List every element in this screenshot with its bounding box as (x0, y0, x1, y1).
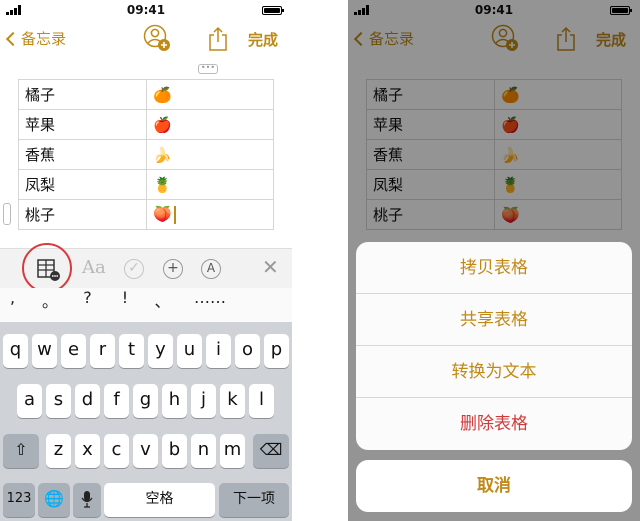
punctuation-bar: , 。 ? ! 、 …… (0, 288, 292, 322)
punctuation-key[interactable]: ! (100, 288, 150, 322)
key[interactable]: z (46, 434, 71, 468)
status-time: 09:41 (126, 3, 166, 17)
battery-icon (262, 6, 284, 15)
key[interactable]: i (206, 334, 231, 368)
table-row: 橘子 🍊 (18, 79, 274, 110)
key[interactable]: f (104, 384, 129, 418)
key[interactable]: m (220, 434, 245, 468)
key[interactable]: a (17, 384, 42, 418)
punctuation-key[interactable]: , (0, 288, 25, 322)
add-person-icon[interactable] (143, 24, 171, 52)
table-row: 桃子 🍑 (18, 199, 274, 230)
key[interactable]: c (104, 434, 129, 468)
key[interactable]: s (46, 384, 71, 418)
table-row: 凤梨 🍍 (18, 169, 274, 200)
pineapple-icon: 🍍 (153, 175, 172, 194)
table-cell[interactable]: 🍌 (146, 139, 274, 170)
key[interactable]: d (75, 384, 100, 418)
numbers-key[interactable]: 123 (3, 483, 35, 517)
key[interactable]: o (235, 334, 260, 368)
key[interactable]: h (162, 384, 187, 418)
add-icon[interactable]: + (163, 259, 183, 279)
key[interactable]: k (220, 384, 245, 418)
shift-key[interactable]: ⇧ (3, 434, 39, 468)
table-cell[interactable]: 🍊 (146, 79, 274, 110)
table-row-handle[interactable] (3, 203, 11, 225)
punctuation-key[interactable]: 。 (25, 288, 75, 322)
key[interactable]: n (191, 434, 216, 468)
table-cell[interactable]: 🍎 (146, 109, 274, 140)
keyboard-row: q w e r t y u i o p (0, 334, 292, 368)
table-actions-screen: 09:41 备忘录 完成 橘子 🍊 苹果 🍎 香蕉 🍌 凤梨 🍍 桃子 🍑 拷贝… (348, 0, 640, 521)
key[interactable]: w (32, 334, 57, 368)
text-style-button[interactable]: Aa (82, 257, 106, 281)
key[interactable]: r (90, 334, 115, 368)
keyboard-row: ⇧ z x c v b n m ⌫ (0, 434, 292, 468)
markup-icon[interactable]: A (201, 259, 221, 279)
highlight-circle (22, 243, 72, 293)
table-cell[interactable]: 🍑 (146, 199, 274, 230)
key[interactable]: v (133, 434, 158, 468)
punctuation-key[interactable]: 、 (150, 288, 175, 322)
chevron-left-icon (5, 31, 21, 47)
key[interactable]: j (191, 384, 216, 418)
checklist-icon[interactable]: ✓ (124, 259, 144, 279)
delete-table-option[interactable]: 删除表格 (356, 398, 632, 450)
table-cell[interactable]: 🍍 (146, 169, 274, 200)
peach-icon: 🍑 (153, 205, 172, 224)
key[interactable]: y (148, 334, 173, 368)
key[interactable]: l (249, 384, 274, 418)
keyboard: q w e r t y u i o p a s d f g h j k l ⇧ … (0, 322, 292, 521)
keyboard-row: 123 🌐 空格 下一项 (0, 483, 292, 517)
orange-icon: 🍊 (153, 85, 172, 104)
copy-table-option[interactable]: 拷贝表格 (356, 242, 632, 294)
nav-bar: 备忘录 完成 (0, 22, 292, 58)
punctuation-key[interactable]: …… (175, 288, 245, 322)
space-key[interactable]: 空格 (104, 483, 215, 517)
globe-key-icon[interactable]: 🌐 (38, 483, 70, 517)
microphone-key-icon[interactable] (73, 483, 101, 517)
key[interactable]: u (177, 334, 202, 368)
table-column-handle[interactable]: ••• (198, 64, 218, 74)
key[interactable]: e (61, 334, 86, 368)
banana-icon: 🍌 (153, 145, 172, 164)
key[interactable]: b (162, 434, 187, 468)
table-row: 香蕉 🍌 (18, 139, 274, 170)
table-cell[interactable]: 桃子 (18, 199, 147, 230)
table-cell[interactable]: 凤梨 (18, 169, 147, 200)
punctuation-key[interactable]: ? (75, 288, 100, 322)
notes-editor-screen: 09:41 备忘录 完成 ••• 橘子 🍊 苹果 🍎 香蕉 🍌 凤梨 🍍 桃子 … (0, 0, 292, 521)
share-table-option[interactable]: 共享表格 (356, 294, 632, 346)
back-button[interactable]: 备忘录 (5, 28, 67, 49)
table-action-sheet: 拷贝表格 共享表格 转换为文本 删除表格 (356, 242, 632, 450)
table-cell[interactable]: 苹果 (18, 109, 147, 140)
table-cell[interactable]: 香蕉 (18, 139, 147, 170)
table-cell[interactable]: 橘子 (18, 79, 147, 110)
key[interactable]: x (75, 434, 100, 468)
table-row: 苹果 🍎 (18, 109, 274, 140)
fruit-table: 橘子 🍊 苹果 🍎 香蕉 🍌 凤梨 🍍 桃子 🍑 (18, 79, 274, 230)
key[interactable]: t (119, 334, 144, 368)
close-icon[interactable]: ✕ (262, 255, 279, 279)
status-bar: 09:41 (0, 0, 292, 20)
text-cursor (173, 205, 176, 224)
key[interactable]: g (133, 384, 158, 418)
convert-to-text-option[interactable]: 转换为文本 (356, 346, 632, 398)
share-icon[interactable] (206, 26, 230, 52)
keyboard-row: a s d f g h j k l (0, 384, 292, 418)
done-button[interactable]: 完成 (248, 29, 278, 50)
back-label: 备忘录 (21, 30, 67, 48)
key[interactable]: q (3, 334, 28, 368)
next-key[interactable]: 下一项 (219, 483, 289, 517)
key[interactable]: p (264, 334, 289, 368)
cancel-button[interactable]: 取消 (356, 460, 632, 512)
delete-key[interactable]: ⌫ (253, 434, 289, 468)
apple-icon: 🍎 (153, 115, 172, 134)
